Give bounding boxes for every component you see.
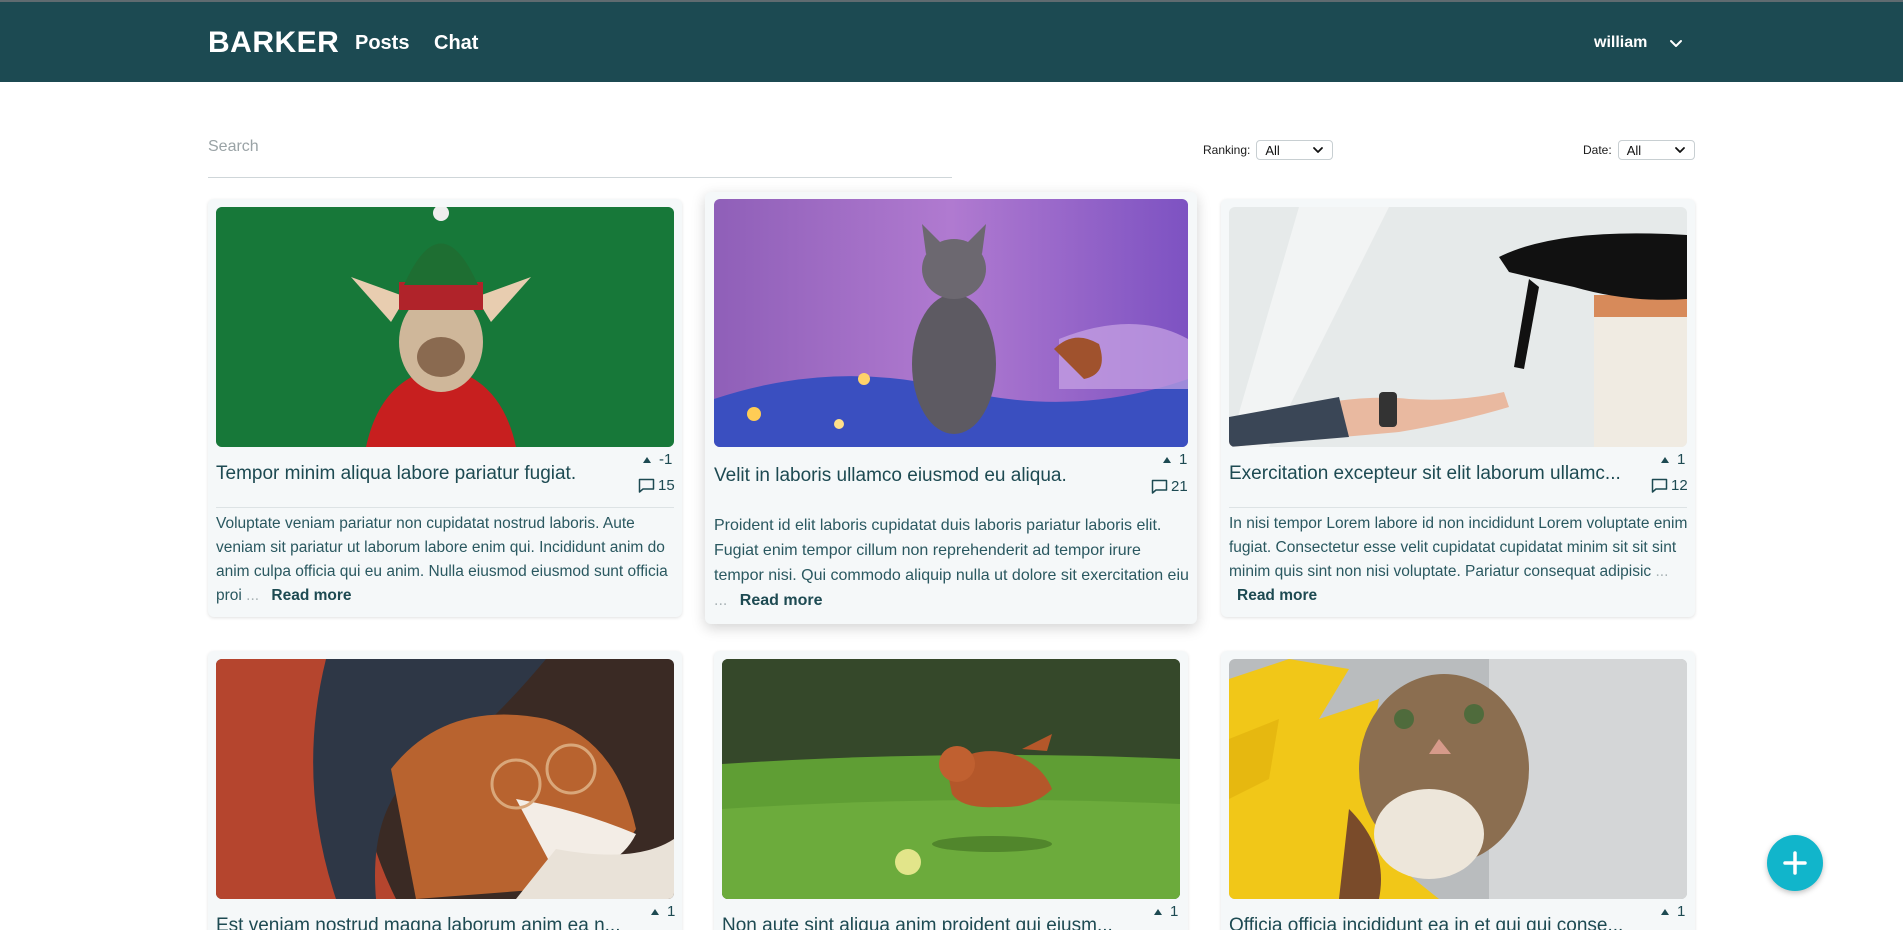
comment-icon: [1651, 478, 1668, 493]
post-comments: 15: [638, 477, 675, 494]
post-title[interactable]: Tempor minim aliqua labore pariatur fugi…: [216, 463, 616, 485]
post-score: 1: [651, 903, 675, 920]
ranking-select[interactable]: All: [1256, 140, 1334, 160]
read-more-link[interactable]: Read more: [271, 587, 351, 604]
score-value: -1: [659, 451, 673, 468]
score-value: 1: [1179, 451, 1188, 468]
user-menu[interactable]: william: [1594, 34, 1683, 52]
comment-icon: [638, 478, 655, 493]
post-image-cat-on-blanket[interactable]: [714, 199, 1188, 447]
post-image-black-cat-hand[interactable]: [1229, 207, 1687, 447]
brand-logo[interactable]: BARKER: [208, 26, 339, 60]
post-image-elf-dog[interactable]: [216, 207, 674, 447]
post-score: 1: [1154, 903, 1178, 920]
read-more-link[interactable]: Read more: [1237, 587, 1317, 604]
ranking-filter: Ranking: All: [1203, 140, 1334, 160]
post-excerpt: Proident id elit laboris cupidatat duis …: [714, 513, 1190, 613]
upvote-icon[interactable]: [1661, 908, 1669, 915]
post-title[interactable]: Officia officia incididunt ea in et qui …: [1229, 915, 1639, 930]
upvote-icon[interactable]: [1661, 456, 1669, 463]
comment-count: 12: [1671, 477, 1688, 494]
post-card[interactable]: Tempor minim aliqua labore pariatur fugi…: [208, 199, 682, 617]
post-comments: 21: [1151, 478, 1188, 495]
upvote-icon[interactable]: [1154, 908, 1162, 915]
upvote-icon[interactable]: [651, 908, 659, 915]
excerpt-ellipsis: ...: [1655, 563, 1669, 580]
navbar: BARKER Posts Chat william: [0, 2, 1903, 82]
chevron-down-icon: [1669, 36, 1683, 50]
read-more-link[interactable]: Read more: [740, 592, 823, 609]
comment-count: 15: [658, 477, 675, 494]
comment-icon: [1151, 479, 1168, 494]
score-value: 1: [1170, 903, 1179, 920]
excerpt-ellipsis: ...: [246, 587, 260, 604]
post-title[interactable]: Exercitation excepteur sit elit laborum …: [1229, 463, 1639, 485]
post-title[interactable]: Velit in laboris ullamco eiusmod eu aliq…: [714, 465, 1114, 487]
upvote-icon[interactable]: [1163, 456, 1171, 463]
chevron-down-icon: [1674, 147, 1685, 153]
ranking-label: Ranking:: [1203, 143, 1251, 157]
post-card[interactable]: Est veniam nostrud magna laborum anim ea…: [208, 651, 682, 930]
search-field: [208, 138, 952, 178]
post-score: -1: [643, 451, 672, 468]
date-label: Date:: [1583, 143, 1612, 157]
create-post-button[interactable]: [1767, 835, 1823, 891]
excerpt-ellipsis: ...: [714, 592, 728, 609]
date-select[interactable]: All: [1617, 140, 1695, 160]
post-card[interactable]: Velit in laboris ullamco eiusmod eu aliq…: [705, 192, 1197, 624]
post-score: 1: [1661, 903, 1685, 920]
post-image-poodle-ball[interactable]: [722, 659, 1180, 899]
ranking-value: All: [1265, 142, 1280, 158]
nav-posts-link[interactable]: Posts: [355, 32, 409, 55]
post-title[interactable]: Non aute sint aliqua anim proident qui e…: [722, 915, 1132, 930]
card-divider: [216, 507, 674, 508]
chevron-down-icon: [1313, 147, 1324, 153]
post-score: 1: [1661, 451, 1685, 468]
post-comments: 12: [1651, 477, 1688, 494]
post-title[interactable]: Est veniam nostrud magna laborum anim ea…: [216, 915, 626, 930]
post-card[interactable]: Non aute sint aliqua anim proident qui e…: [714, 651, 1188, 930]
post-score: 1: [1163, 451, 1187, 468]
post-image-dog-glasses[interactable]: [216, 659, 674, 899]
post-card[interactable]: Exercitation excepteur sit elit laborum …: [1221, 199, 1695, 617]
excerpt-text: In nisi tempor Lorem labore id non incid…: [1229, 515, 1688, 580]
score-value: 1: [667, 903, 676, 920]
post-excerpt: In nisi tempor Lorem labore id non incid…: [1229, 512, 1689, 608]
score-value: 1: [1677, 903, 1686, 920]
score-value: 1: [1677, 451, 1686, 468]
comment-count: 21: [1171, 478, 1188, 495]
plus-icon: [1783, 851, 1807, 875]
excerpt-text: Proident id elit laboris cupidatat duis …: [714, 517, 1189, 584]
upvote-icon[interactable]: [643, 456, 651, 463]
nav-chat-link[interactable]: Chat: [434, 32, 478, 55]
search-input[interactable]: [208, 138, 952, 156]
post-card[interactable]: Officia officia incididunt ea in et qui …: [1221, 651, 1695, 930]
post-image-sunflower-cat[interactable]: [1229, 659, 1687, 899]
date-filter: Date: All: [1583, 140, 1695, 160]
card-divider: [1229, 507, 1687, 508]
user-name: william: [1594, 34, 1648, 51]
post-excerpt: Voluptate veniam pariatur non cupidatat …: [216, 512, 676, 608]
date-value: All: [1626, 142, 1642, 158]
